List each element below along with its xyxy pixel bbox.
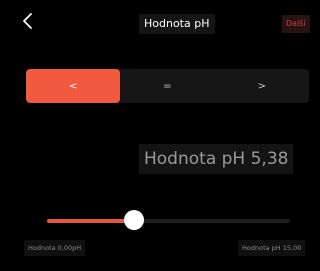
ph-value-readout: Hodnota pH 5,38 xyxy=(139,144,294,174)
back-button[interactable] xyxy=(18,9,40,33)
ph-value-screen: Hodnota pH Další < = > Hodnota pH 5,38 H… xyxy=(0,0,314,271)
slider-thumb[interactable] xyxy=(124,210,144,230)
equal-option[interactable]: = xyxy=(120,69,214,103)
greater-than-option[interactable]: > xyxy=(215,69,309,103)
slider-fill xyxy=(47,219,134,223)
comparison-selector: < = > xyxy=(26,69,309,103)
ph-slider[interactable] xyxy=(47,210,290,230)
slider-min-label: Hodnota 0,00pH xyxy=(24,240,86,256)
less-than-option[interactable]: < xyxy=(26,69,121,103)
page-title: Hodnota pH xyxy=(139,14,215,34)
next-button[interactable]: Další xyxy=(282,15,310,33)
slider-max-label: Hodnota pH 15,00 xyxy=(238,240,306,256)
chevron-left-icon xyxy=(18,9,40,33)
